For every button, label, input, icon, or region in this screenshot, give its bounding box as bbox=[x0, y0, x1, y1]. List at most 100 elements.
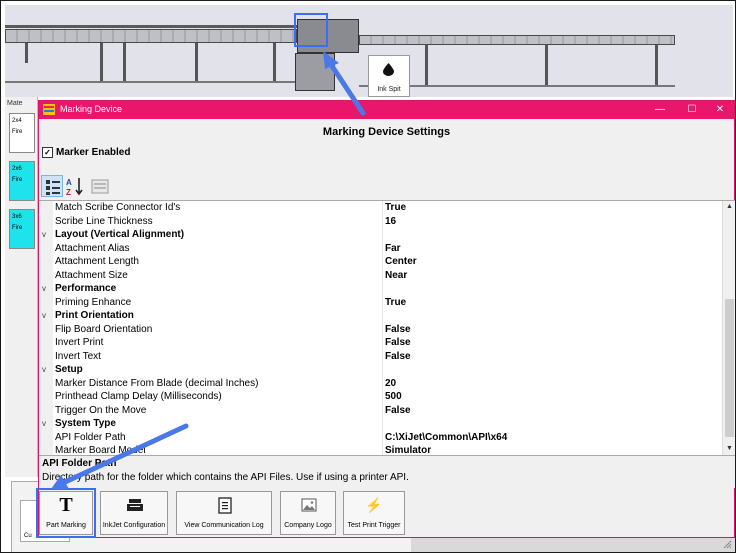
property-category-row[interactable]: v Print Orientation bbox=[39, 309, 722, 323]
description-pane: API Folder Path Directory path for the f… bbox=[39, 455, 735, 488]
property-row[interactable]: Invert Text False bbox=[39, 350, 722, 364]
alphabetical-button[interactable]: A Z bbox=[64, 175, 86, 197]
property-row[interactable]: Flip Board Orientation False bbox=[39, 323, 722, 337]
minimize-button[interactable]: — bbox=[645, 101, 675, 119]
property-name: Invert Text bbox=[55, 350, 101, 362]
resize-grip-icon[interactable] bbox=[722, 539, 732, 549]
description-title: API Folder Path bbox=[42, 458, 117, 469]
material-panel: Mate 2x4 Fire 2x6 Fire 3x6 Fire bbox=[5, 97, 38, 477]
conveyor-brace bbox=[5, 81, 297, 83]
property-value[interactable]: False bbox=[385, 404, 411, 418]
property-row[interactable]: Printhead Clamp Delay (Milliseconds) 500 bbox=[39, 390, 722, 404]
property-category-row[interactable]: v Setup bbox=[39, 363, 722, 377]
scroll-up-arrow[interactable]: ▲ bbox=[723, 201, 735, 213]
view-communication-log-label: View Communication Log bbox=[184, 522, 264, 529]
collapse-chevron-icon[interactable]: v bbox=[42, 282, 46, 296]
infeed-conveyor bbox=[5, 29, 297, 43]
property-value[interactable]: True bbox=[385, 201, 406, 215]
property-pages-icon bbox=[91, 179, 109, 194]
property-value[interactable]: 20 bbox=[385, 377, 396, 391]
property-row[interactable]: Attachment Alias Far bbox=[39, 242, 722, 256]
ink-spit-button[interactable]: Ink Spit bbox=[368, 55, 410, 97]
marker-enabled-checkbox[interactable]: ✓ bbox=[42, 147, 53, 158]
property-name: Invert Print bbox=[55, 337, 104, 348]
material-card-grade: Fire bbox=[12, 177, 23, 183]
property-name: Priming Enhance bbox=[55, 296, 132, 308]
collapse-chevron-icon[interactable]: v bbox=[42, 417, 46, 431]
property-value[interactable]: 500 bbox=[385, 390, 402, 404]
dialog-button-bar: T Part Marking InkJet Configuration View… bbox=[36, 488, 411, 538]
collapse-chevron-icon[interactable]: v bbox=[42, 309, 46, 323]
property-name: Trigger On the Move bbox=[55, 404, 147, 416]
property-value[interactable]: Far bbox=[385, 242, 401, 256]
conveyor-leg bbox=[195, 43, 198, 83]
grid-scrollbar[interactable]: ▲ ▼ bbox=[722, 201, 735, 455]
property-grid[interactable]: Match Scribe Connector Id's True Scribe Li… bbox=[39, 200, 735, 455]
property-row[interactable]: Attachment Size Near bbox=[39, 269, 722, 283]
scroll-thumb[interactable] bbox=[725, 299, 734, 437]
property-row[interactable]: Marker Board Model Simulator bbox=[39, 444, 722, 455]
dialog-title: Marking Device bbox=[60, 104, 123, 114]
collapse-chevron-icon[interactable]: v bbox=[42, 228, 46, 242]
property-value[interactable]: C:\XiJet\Common\API\x64 bbox=[385, 431, 507, 445]
inkjet-configuration-button[interactable]: InkJet Configuration bbox=[100, 491, 168, 535]
property-row[interactable]: API Folder Path C:\XiJet\Common\API\x64 bbox=[39, 431, 722, 445]
image-icon bbox=[301, 498, 317, 512]
property-category-row[interactable]: v Performance bbox=[39, 282, 722, 296]
property-value[interactable]: False bbox=[385, 350, 411, 364]
machine-3d-view[interactable]: Ink Spit bbox=[5, 5, 733, 97]
marker-enabled-row[interactable]: ✓ Marker Enabled bbox=[42, 147, 130, 158]
company-logo-button[interactable]: Company Logo bbox=[280, 491, 336, 535]
property-row[interactable]: Match Scribe Connector Id's True bbox=[39, 201, 722, 215]
alphabetical-sort-icon: A Z bbox=[66, 178, 83, 197]
scroll-down-arrow[interactable]: ▼ bbox=[723, 443, 735, 455]
property-grid-toolbar: A Z bbox=[41, 175, 121, 197]
material-card-grade: Fire bbox=[12, 225, 23, 231]
lightning-icon: ⚡ bbox=[365, 497, 383, 513]
property-name: Match Scribe Connector Id's bbox=[55, 202, 181, 213]
material-card[interactable]: 2x4 Fire bbox=[9, 113, 35, 153]
material-card[interactable]: 3x6 Fire bbox=[9, 209, 35, 249]
property-row[interactable]: Invert Print False bbox=[39, 336, 722, 350]
property-row[interactable]: Priming Enhance True bbox=[39, 296, 722, 310]
conveyor-leg bbox=[273, 43, 276, 83]
collapse-chevron-icon[interactable]: v bbox=[42, 363, 46, 377]
material-card-size: 3x6 bbox=[12, 214, 22, 220]
property-value[interactable]: 16 bbox=[385, 215, 396, 229]
material-card[interactable]: 2x6 Fire bbox=[9, 161, 35, 201]
settings-heading: Marking Device Settings bbox=[322, 126, 451, 138]
maximize-button[interactable]: ☐ bbox=[677, 101, 707, 119]
property-category-row[interactable]: v System Type bbox=[39, 417, 722, 431]
status-strip bbox=[411, 538, 735, 552]
part-marking-button[interactable]: T Part Marking bbox=[36, 488, 96, 538]
conveyor-leg bbox=[655, 45, 658, 87]
category-label: System Type bbox=[55, 418, 116, 429]
categorized-button[interactable] bbox=[41, 175, 63, 197]
property-value[interactable]: True bbox=[385, 296, 406, 310]
close-button[interactable]: ✕ bbox=[705, 101, 735, 119]
property-name: Scribe Line Thickness bbox=[55, 215, 153, 227]
test-print-trigger-label: Test Print Trigger bbox=[347, 522, 401, 529]
property-row[interactable]: Attachment Length Center bbox=[39, 255, 722, 269]
property-category-row[interactable]: v Layout (Vertical Alignment) bbox=[39, 228, 722, 242]
screen-frame: Ink Spit Mate 2x4 Fire 2x6 Fire 3x6 Fire… bbox=[0, 0, 736, 553]
view-communication-log-button[interactable]: View Communication Log bbox=[176, 491, 272, 535]
marking-device-highlight bbox=[294, 13, 328, 47]
ink-spit-label: Ink Spit bbox=[377, 86, 401, 93]
property-row[interactable]: Scribe Line Thickness 16 bbox=[39, 215, 722, 229]
property-row[interactable]: Marker Distance From Blade (decimal Inch… bbox=[39, 377, 722, 391]
property-value[interactable]: False bbox=[385, 336, 411, 350]
category-label: Setup bbox=[55, 364, 83, 375]
property-pages-button[interactable] bbox=[89, 175, 111, 197]
dialog-titlebar[interactable]: Marking Device — ☐ ✕ bbox=[39, 101, 734, 119]
property-row[interactable]: Trigger On the Move False bbox=[39, 404, 722, 418]
description-text: Directory path for the folder which cont… bbox=[42, 472, 409, 483]
property-value[interactable]: Center bbox=[385, 255, 417, 269]
property-value[interactable]: False bbox=[385, 323, 411, 337]
material-tab[interactable]: Mate bbox=[7, 100, 23, 107]
property-value[interactable]: Simulator bbox=[385, 444, 431, 455]
svg-text:A: A bbox=[66, 178, 72, 187]
property-name: Attachment Alias bbox=[55, 242, 130, 254]
test-print-trigger-button[interactable]: ⚡ Test Print Trigger bbox=[343, 491, 405, 535]
property-value[interactable]: Near bbox=[385, 269, 407, 283]
